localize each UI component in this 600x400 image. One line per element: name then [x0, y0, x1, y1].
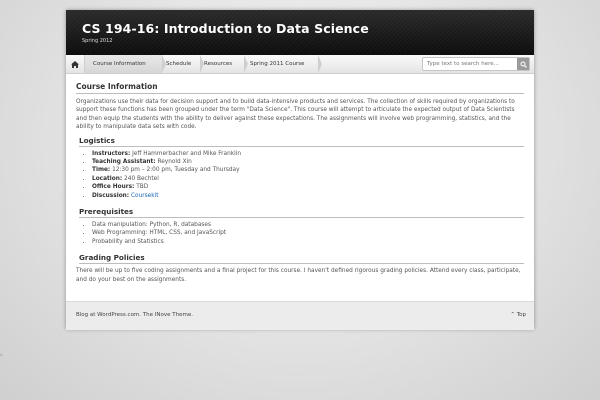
instructors-label: Instructors: [92, 150, 131, 157]
site-title[interactable]: CS 194-16: Introduction to Data Science [82, 21, 369, 36]
grading-heading: Grading Policies [79, 253, 524, 265]
ta-label: Teaching Assistant: [92, 159, 156, 166]
ta-value: Reynold Xin [155, 159, 192, 166]
intro-paragraph: Organizations use their data for decisio… [76, 99, 515, 131]
search-button[interactable] [517, 58, 529, 70]
list-item: Time: 12:30 pm – 2:00 pm, Tuesday and Th… [92, 166, 524, 174]
list-item: Data manipulation: Python, R, databases [92, 221, 524, 229]
site-footer: Blog at WordPress.com. The INove Theme. … [66, 301, 534, 330]
prerequisites-heading: Prerequisites [79, 207, 524, 219]
list-item: Instructors: Jeff Hammerbacher and Mike … [92, 150, 524, 158]
nav-schedule[interactable]: Schedule [158, 55, 204, 73]
nav-home[interactable] [66, 55, 85, 73]
nav-resources[interactable]: Resources [196, 55, 248, 73]
home-icon [71, 60, 79, 68]
prerequisites-list: Data manipulation: Python, R, databases … [76, 221, 524, 246]
logistics-list: Instructors: Jeff Hammerbacher and Mike … [76, 150, 524, 200]
page-wrapper: CS 194-16: Introduction to Data Science … [66, 10, 534, 330]
list-item: Discussion: Coursekit [92, 192, 524, 200]
main-content: Course Information Organizations use the… [76, 82, 524, 288]
site-description: Spring 2012 [82, 38, 113, 44]
site-header: CS 194-16: Introduction to Data Science … [66, 10, 534, 55]
nav-course-information[interactable]: Course Information [85, 55, 166, 73]
nav-spring-2011-course[interactable]: Spring 2011 Course [242, 55, 322, 73]
discussion-label: Discussion: [92, 192, 130, 199]
list-item: Probability and Statistics [92, 238, 524, 246]
page-title: Course Information [76, 82, 524, 94]
office-hours-value: TBD [134, 184, 149, 191]
footer-credits[interactable]: Blog at WordPress.com. The INove Theme. [76, 312, 193, 318]
search-icon [520, 61, 527, 68]
list-item: Office Hours: TBD [92, 183, 524, 191]
time-value: 12:30 pm – 2:00 pm, Tuesday and Thursday [110, 167, 240, 174]
logistics-heading: Logistics [79, 136, 524, 147]
office-hours-label: Office Hours: [92, 184, 135, 191]
list-item: Location: 240 Bechtel [92, 175, 524, 183]
time-label: Time: [92, 167, 111, 174]
stray-glyph: u [0, 352, 3, 357]
list-item: Teaching Assistant: Reynold Xin [92, 158, 524, 166]
instructors-value: Jeff Hammerbacher and Mike Franklin [130, 150, 242, 157]
list-item: Web Programming: HTML, CSS, and JavaScri… [92, 229, 524, 237]
search-input[interactable] [425, 58, 517, 70]
coursekit-link[interactable]: Coursekit [131, 193, 158, 199]
search-box [422, 57, 530, 71]
back-to-top-link[interactable]: ⌃ Top [510, 312, 526, 318]
grading-paragraph: There will be up to five coding assignme… [76, 268, 521, 283]
location-value: 240 Bechtel [122, 175, 159, 182]
location-label: Location: [92, 175, 123, 182]
